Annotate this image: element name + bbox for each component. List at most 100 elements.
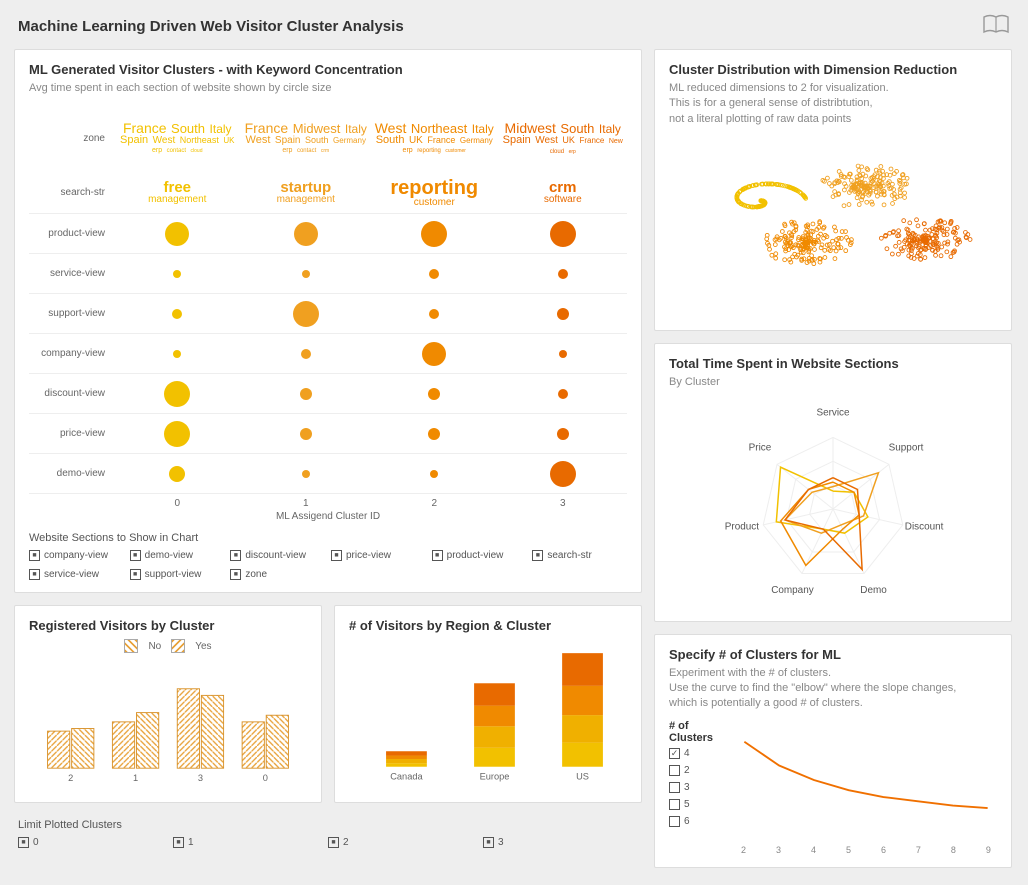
nclust-label: 4 bbox=[684, 748, 690, 759]
bubble[interactable] bbox=[172, 309, 182, 319]
filter-label: zone bbox=[245, 569, 267, 580]
registered-bar[interactable] bbox=[177, 689, 199, 768]
bubble[interactable] bbox=[301, 349, 311, 359]
registered-bar[interactable] bbox=[48, 732, 70, 769]
radar-axis-label: Product bbox=[725, 521, 759, 532]
registered-bar[interactable] bbox=[136, 713, 158, 769]
section-filter-zone[interactable]: zone bbox=[230, 569, 325, 580]
registered-bar[interactable] bbox=[266, 716, 288, 769]
bubble[interactable] bbox=[429, 309, 439, 319]
bubble[interactable] bbox=[558, 389, 568, 399]
filter-label: product-view bbox=[447, 550, 504, 561]
region-bar[interactable] bbox=[562, 686, 603, 715]
bubble[interactable] bbox=[169, 466, 185, 482]
bubble[interactable] bbox=[302, 270, 310, 278]
radar-panel: Total Time Spent in Website Sections By … bbox=[654, 343, 1012, 621]
registered-bar[interactable] bbox=[112, 722, 134, 768]
bubble[interactable] bbox=[557, 428, 569, 440]
radar-title: Total Time Spent in Website Sections bbox=[669, 356, 997, 371]
region-bar[interactable] bbox=[562, 743, 603, 767]
section-filter-service-view[interactable]: service-view bbox=[29, 569, 124, 580]
bubble[interactable] bbox=[557, 308, 569, 320]
bubble[interactable] bbox=[300, 428, 312, 440]
limit-label: 1 bbox=[188, 837, 194, 848]
bubble[interactable] bbox=[422, 342, 446, 366]
nclusters-option-3[interactable]: 3 bbox=[669, 782, 727, 793]
nclusters-option-5[interactable]: 5 bbox=[669, 799, 727, 810]
limit-cluster-1[interactable]: 1 bbox=[173, 837, 328, 848]
bubble[interactable] bbox=[300, 388, 312, 400]
section-filter-discount-view[interactable]: discount-view bbox=[230, 550, 325, 561]
region-bar[interactable] bbox=[386, 759, 427, 763]
elbow-tick: 5 bbox=[846, 845, 851, 855]
region-bar[interactable] bbox=[386, 756, 427, 759]
region-bar[interactable] bbox=[474, 727, 515, 749]
limit-title: Limit Plotted Clusters bbox=[18, 819, 638, 831]
limit-cluster-3[interactable]: 3 bbox=[483, 837, 638, 848]
region-bar[interactable] bbox=[474, 748, 515, 767]
region-panel: # of Visitors by Region & Cluster Canada… bbox=[334, 605, 642, 803]
section-filter-demo-view[interactable]: demo-view bbox=[130, 550, 225, 561]
region-bar[interactable] bbox=[562, 654, 603, 687]
bubble[interactable] bbox=[164, 421, 190, 447]
bubble[interactable] bbox=[173, 270, 181, 278]
registered-cat: 3 bbox=[198, 774, 203, 784]
nclusters-option-2[interactable]: 2 bbox=[669, 765, 727, 776]
section-filter-price-view[interactable]: price-view bbox=[331, 550, 426, 561]
bubble-panel: ML Generated Visitor Clusters - with Key… bbox=[14, 49, 642, 593]
bubble[interactable] bbox=[430, 470, 438, 478]
bubble[interactable] bbox=[429, 269, 439, 279]
scatter-subtitle: ML reduced dimensions to 2 for visualiza… bbox=[669, 81, 997, 127]
elbow-tick: 3 bbox=[776, 845, 781, 855]
book-icon[interactable] bbox=[982, 14, 1010, 39]
nclusters-option-4[interactable]: 4 bbox=[669, 748, 727, 759]
elbow-subtitle: Experiment with the # of clusters. Use t… bbox=[669, 666, 997, 712]
region-cat: Canada bbox=[390, 772, 423, 782]
bubble[interactable] bbox=[173, 350, 181, 358]
registered-bar[interactable] bbox=[72, 729, 94, 769]
bubble[interactable] bbox=[165, 222, 189, 246]
bubble-panel-title: ML Generated Visitor Clusters - with Key… bbox=[29, 62, 627, 77]
bubble[interactable] bbox=[302, 470, 310, 478]
search-wordcloud: freemanagement bbox=[147, 181, 207, 205]
region-title: # of Visitors by Region & Cluster bbox=[349, 618, 627, 633]
bubble[interactable] bbox=[293, 301, 319, 327]
registered-cat: 0 bbox=[263, 774, 268, 784]
region-bar[interactable] bbox=[386, 764, 427, 767]
bubble[interactable] bbox=[550, 221, 576, 247]
registered-bar[interactable] bbox=[201, 696, 223, 769]
row-label: price-view bbox=[29, 428, 113, 439]
section-filter-support-view[interactable]: support-view bbox=[130, 569, 225, 580]
search-wordcloud: crmsoftware bbox=[543, 181, 583, 205]
registered-bar[interactable] bbox=[242, 722, 264, 768]
bubble[interactable] bbox=[164, 381, 190, 407]
search-wordcloud: startupmanagement bbox=[276, 181, 336, 205]
nclusters-option-6[interactable]: 6 bbox=[669, 816, 727, 827]
region-bar[interactable] bbox=[562, 715, 603, 743]
bubble[interactable] bbox=[428, 388, 440, 400]
bubble[interactable] bbox=[294, 222, 318, 246]
bubble[interactable] bbox=[559, 350, 567, 358]
zone-wordcloud: West Northeast Italy South UK France Ger… bbox=[370, 122, 499, 156]
legend-swatch-yes bbox=[171, 639, 185, 653]
section-filter-company-view[interactable]: company-view bbox=[29, 550, 124, 561]
filter-label: search-str bbox=[547, 550, 591, 561]
cluster-id-tick: 0 bbox=[113, 498, 242, 509]
bubble[interactable] bbox=[421, 221, 447, 247]
region-bar[interactable] bbox=[474, 706, 515, 727]
section-filter-product-view[interactable]: product-view bbox=[432, 550, 527, 561]
bubble[interactable] bbox=[558, 269, 568, 279]
section-filter-search-str[interactable]: search-str bbox=[532, 550, 627, 561]
region-bar[interactable] bbox=[386, 752, 427, 756]
limit-cluster-0[interactable]: 0 bbox=[18, 837, 173, 848]
row-label: company-view bbox=[29, 348, 113, 359]
bubble[interactable] bbox=[550, 461, 576, 487]
limit-label: 3 bbox=[498, 837, 504, 848]
bubble[interactable] bbox=[428, 428, 440, 440]
region-bar[interactable] bbox=[474, 684, 515, 706]
filter-label: demo-view bbox=[145, 550, 193, 561]
radar-axis-label: Support bbox=[889, 442, 924, 453]
limit-cluster-2[interactable]: 2 bbox=[328, 837, 483, 848]
elbow-tick: 7 bbox=[916, 845, 921, 855]
row-label: product-view bbox=[29, 228, 113, 239]
